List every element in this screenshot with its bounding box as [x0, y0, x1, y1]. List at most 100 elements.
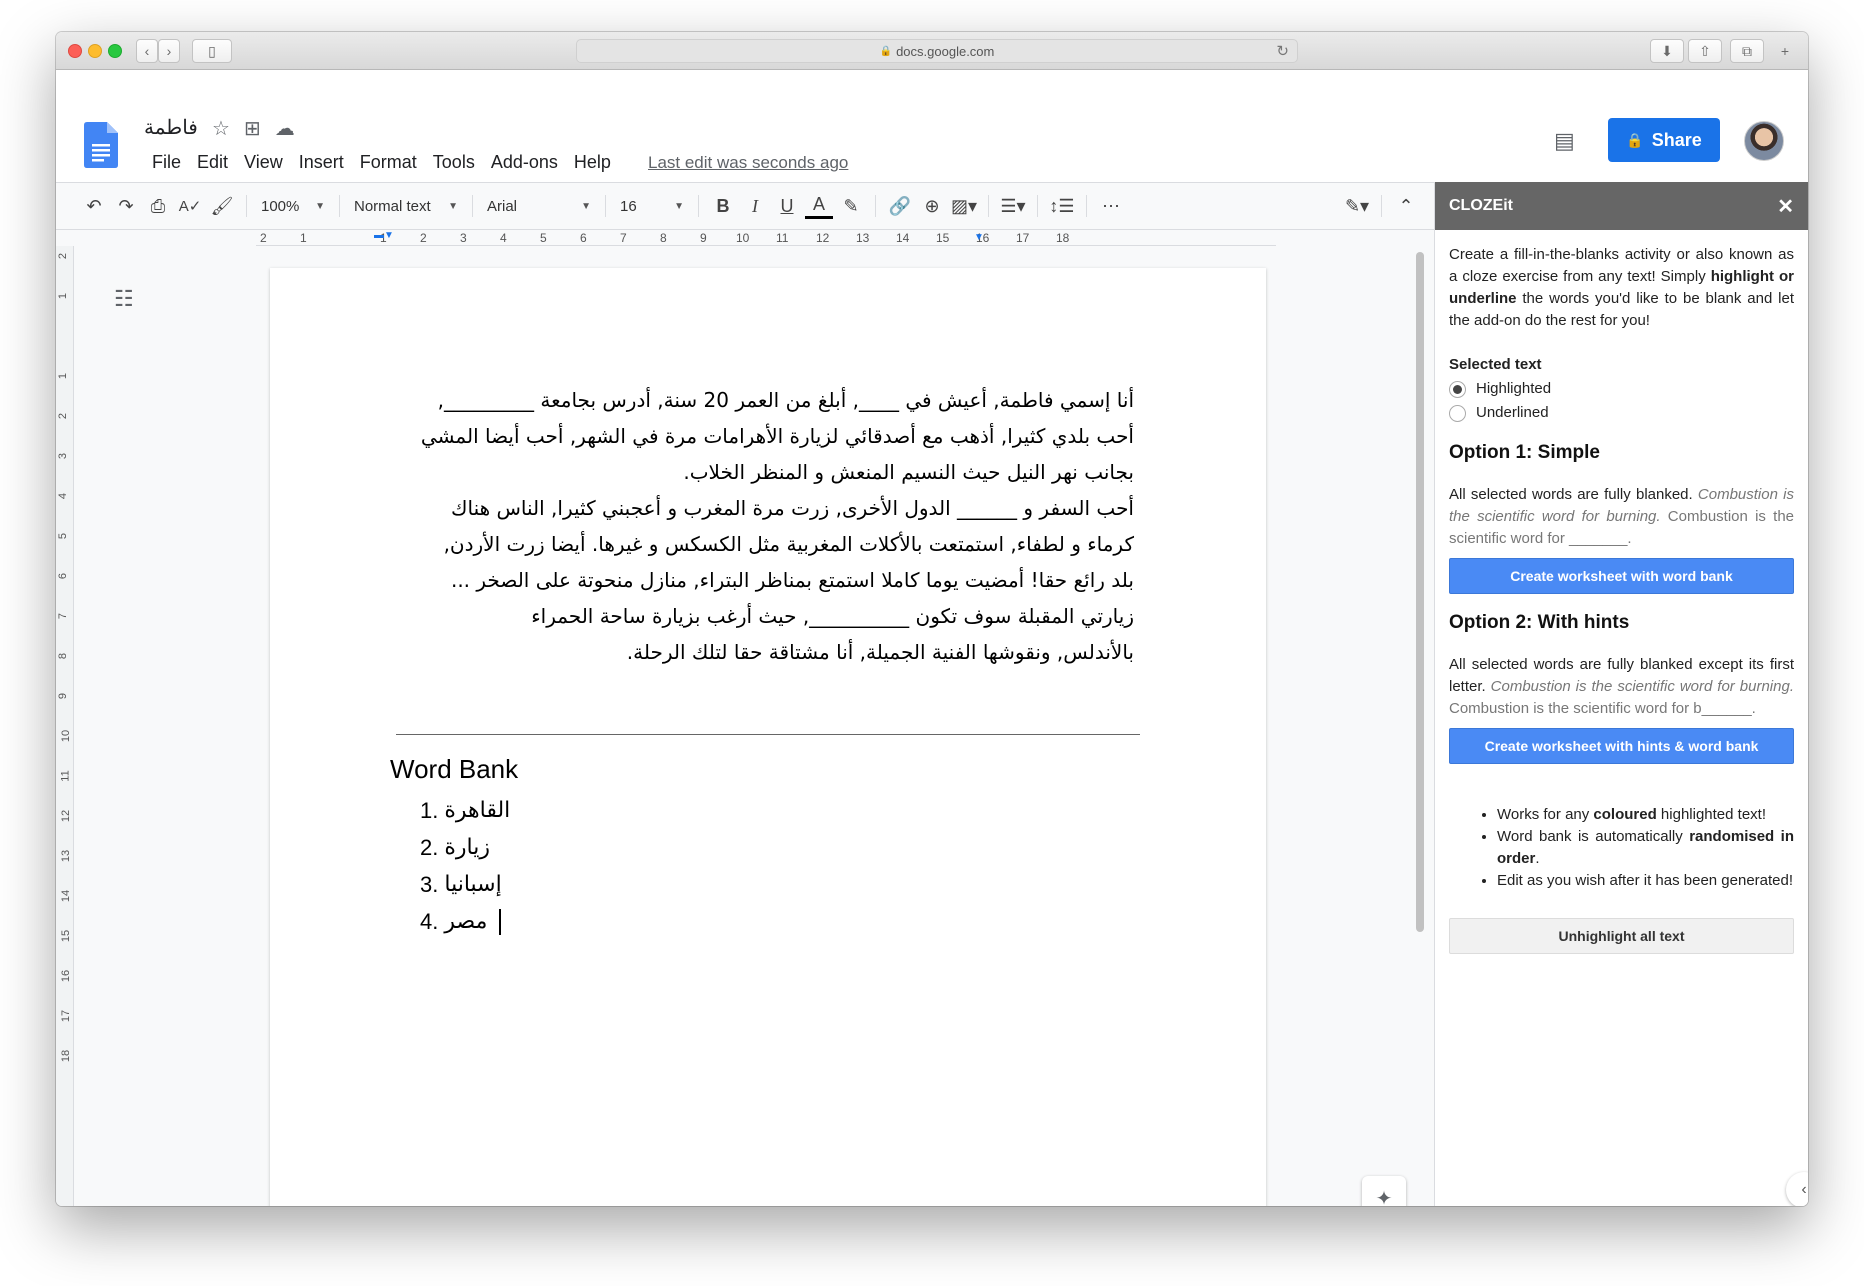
share-sheet-button[interactable]: ⇧ [1688, 39, 1722, 63]
share-icon: ⇧ [1699, 42, 1711, 59]
paragraph-line: أحب السفر و ______ الدول الأخرى, زرت مرة… [450, 496, 1134, 520]
sidebar-toggle-button[interactable]: ▯ [192, 39, 232, 63]
insert-link-icon[interactable]: 🔗 [886, 191, 914, 221]
caret-down-icon: ▼ [674, 200, 684, 212]
minimize-window-button[interactable] [88, 44, 102, 58]
create-worksheet-hints-button[interactable]: Create worksheet with hints & word bank [1449, 728, 1794, 764]
close-window-button[interactable] [68, 44, 82, 58]
style-value: Normal text [354, 197, 431, 215]
horizontal-ruler[interactable]: 2 1 1 2 3 4 5 6 7 8 9 10 11 12 13 14 15 … [256, 230, 1276, 246]
radio-button-unchecked[interactable] [1449, 404, 1466, 422]
add-comment-icon[interactable]: ⊕ [918, 191, 946, 221]
bullet-text: Word bank is automatically [1497, 828, 1690, 845]
address-bar[interactable]: 🔒 docs.google.com ↻ [576, 39, 1298, 63]
fullscreen-window-button[interactable] [108, 44, 122, 58]
star-icon[interactable]: ☆ [212, 116, 230, 141]
menu-file[interactable]: File [144, 152, 189, 173]
menu-help[interactable]: Help [566, 152, 619, 173]
ruler-mark: 4 [57, 492, 70, 500]
ruler-mark: 13 [60, 849, 73, 863]
editing-mode-icon[interactable]: ✎▾ [1343, 191, 1371, 221]
ruler-mark: 17 [1016, 231, 1030, 245]
sidebar-icon: ▯ [208, 42, 216, 59]
ruler-mark: 5 [57, 532, 70, 540]
list-word: زيارة [444, 835, 490, 860]
ruler-mark: 14 [60, 889, 73, 903]
print-icon[interactable]: ⎙ [144, 191, 172, 221]
paragraph-line: أنا إسمي فاطمة, أعيش في ____, أبلغ من ال… [437, 388, 1134, 412]
document-body[interactable]: أنا إسمي فاطمة, أعيش في ____, أبلغ من ال… [388, 382, 1134, 670]
left-indent-marker-icon[interactable]: ▬▼ [374, 230, 394, 241]
menu-view[interactable]: View [236, 152, 291, 173]
docs-logo-icon[interactable] [84, 122, 118, 168]
vertical-ruler[interactable]: 2 1 1 2 3 4 5 6 7 8 9 10 11 12 13 14 15 … [56, 246, 74, 1206]
redo-icon[interactable]: ↷ [112, 191, 140, 221]
avatar[interactable] [1744, 121, 1784, 161]
cloud-saved-icon[interactable]: ☁ [275, 116, 295, 141]
option1-text: All selected words are fully blanked. [1449, 486, 1698, 503]
zoom-select[interactable]: 100% ▼ [255, 191, 331, 221]
menu-addons[interactable]: Add-ons [483, 152, 566, 173]
radio-underlined[interactable]: Underlined [1449, 402, 1794, 424]
explore-button[interactable]: ✦ [1362, 1176, 1406, 1206]
font-select[interactable]: Arial ▼ [481, 191, 597, 221]
collapse-menu-icon[interactable]: ⌃ [1392, 191, 1420, 221]
list-item: 3. إسبانيا [420, 866, 510, 903]
toolbar-divider [1086, 195, 1087, 217]
right-indent-marker-icon[interactable]: ▼ [974, 232, 984, 243]
document-title[interactable]: فاطمة [144, 115, 198, 140]
ruler-mark: 2 [260, 231, 267, 245]
menu-insert[interactable]: Insert [291, 152, 352, 173]
radio-highlighted[interactable]: Highlighted [1449, 378, 1794, 400]
insert-image-icon[interactable]: ▨▾ [950, 191, 978, 221]
ruler-mark: 18 [60, 1049, 73, 1063]
ruler-mark: 1 [57, 372, 70, 380]
ruler-mark: 2 [57, 412, 70, 420]
forward-button[interactable]: › [158, 39, 180, 63]
vertical-scrollbar[interactable] [1416, 252, 1424, 932]
last-edit-link[interactable]: Last edit was seconds ago [648, 153, 848, 173]
zoom-value: 100% [261, 197, 300, 215]
menu-tools[interactable]: Tools [425, 152, 483, 173]
unhighlight-button[interactable]: Unhighlight all text [1449, 918, 1794, 954]
align-icon[interactable]: ☰▾ [999, 191, 1027, 221]
document-outline-icon[interactable]: ☷ [114, 286, 134, 312]
line-spacing-icon[interactable]: ↕☰ [1048, 191, 1076, 221]
bullet-text: . [1535, 850, 1540, 867]
underline-icon[interactable]: U [773, 191, 801, 221]
paragraph-line: بالأندلس, ونقوشها الفنية الجميلة, أنا مش… [626, 640, 1134, 664]
more-options-icon[interactable]: ⋯ [1097, 191, 1125, 221]
spellcheck-icon[interactable]: A✓ [176, 191, 204, 221]
toolbar-divider [875, 195, 876, 217]
sidebar-title: CLOZEit [1449, 197, 1513, 214]
paint-format-icon[interactable]: 🖌 [208, 191, 236, 221]
menu-format[interactable]: Format [352, 152, 425, 173]
create-worksheet-button[interactable]: Create worksheet with word bank [1449, 558, 1794, 594]
move-to-folder-icon[interactable]: ⊞ [244, 116, 261, 141]
toolbar-divider [1381, 195, 1382, 217]
text-color-icon[interactable]: A [805, 193, 833, 219]
italic-icon[interactable]: I [741, 191, 769, 221]
comments-icon[interactable]: ▤ [1554, 128, 1575, 154]
new-tab-button[interactable]: + [1770, 39, 1800, 63]
downloads-button[interactable]: ⬇ [1650, 39, 1684, 63]
font-size-select[interactable]: 16 ▼ [614, 191, 690, 221]
menu-edit[interactable]: Edit [189, 152, 236, 173]
ruler-mark: 10 [736, 231, 750, 245]
bold-icon[interactable]: B [709, 191, 737, 221]
reload-icon[interactable]: ↻ [1276, 42, 1289, 60]
paragraph-style-select[interactable]: Normal text ▼ [348, 191, 464, 221]
list-word: القاهرة [444, 798, 511, 823]
bullet-text: Works for any [1497, 806, 1594, 823]
paragraph-line: كرماء و لطفاء, استمتعت بالأكلات المغربية… [443, 532, 1134, 556]
text-cursor [499, 908, 502, 935]
close-icon[interactable]: ✕ [1777, 194, 1794, 219]
highlight-color-icon[interactable]: ✎ [837, 191, 865, 221]
back-button[interactable]: ‹ [136, 39, 158, 63]
share-button[interactable]: 🔒 Share [1608, 118, 1720, 162]
document-page[interactable]: أنا إسمي فاطمة, أعيش في ____, أبلغ من ال… [270, 268, 1266, 1206]
radio-button-checked[interactable] [1449, 380, 1466, 398]
tabs-overview-button[interactable]: ⧉ [1730, 39, 1764, 63]
undo-icon[interactable]: ↶ [80, 191, 108, 221]
toolbar-divider [246, 195, 247, 217]
